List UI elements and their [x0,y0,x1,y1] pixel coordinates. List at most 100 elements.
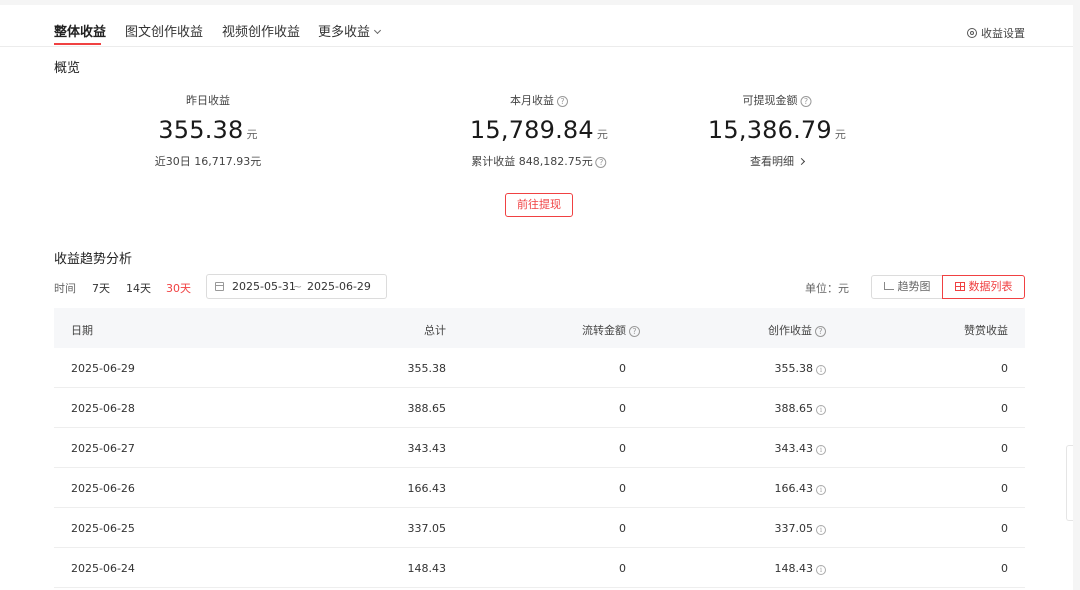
tab-overall-earnings[interactable]: 整体收益 [54,21,106,40]
cell-creation-earnings: 388.65 i [774,402,826,415]
view-details-link[interactable]: 查看明细 [750,153,806,169]
header-date: 日期 [71,324,93,337]
header-reward-earnings: 赞赏收益 [964,324,1008,337]
data-list-view-button[interactable]: 数据列表 [942,275,1025,299]
earnings-table: 日期 总计 流转金额? 创作收益? 赞赏收益 2025-06-29 355.38 0… [54,308,1025,588]
info-icon[interactable]: i [816,525,826,535]
range-14-days[interactable]: 14天 [126,280,151,296]
withdrawable-label-text: 可提现金额 [742,94,798,107]
info-icon[interactable]: i [816,565,826,575]
time-filter-label: 时间 [54,282,76,295]
cell-flow-amount: 0 [619,562,626,575]
date-start: 2025-05-31 [232,280,296,293]
trend-chart-label: 趋势图 [897,280,931,293]
earnings-settings-button[interactable]: 收益设置 [967,25,1025,41]
help-icon[interactable]: ? [629,326,640,337]
currency-unit: 元 [246,128,258,141]
cell-reward-earnings: 0 [1001,562,1008,575]
table-header: 日期 总计 流转金额? 创作收益? 赞赏收益 [54,308,1025,348]
earnings-settings-label: 收益设置 [981,27,1025,40]
tab-more-label: 更多收益 [318,25,371,40]
table-row: 2025-06-24 148.43 0 148.43 i 0 [54,548,1025,588]
data-list-label: 数据列表 [968,280,1013,293]
last-30-days-label: 近30日 [154,155,191,168]
month-earnings-amount: 15,789.84 [469,116,594,144]
info-icon[interactable]: i [816,485,826,495]
trend-chart-view-button[interactable]: 趋势图 [871,275,943,299]
table-row: 2025-06-25 337.05 0 337.05 i 0 [54,508,1025,548]
table-row: 2025-06-29 355.38 0 355.38 i 0 [54,348,1025,388]
cell-total: 166.43 [407,482,447,495]
tab-video-earnings[interactable]: 视频创作收益 [222,21,300,40]
table-body: 2025-06-29 355.38 0 355.38 i 0 2025-06-28 388.6… [54,348,1025,588]
cell-flow-amount: 0 [619,402,626,415]
help-icon[interactable]: ? [800,96,812,107]
tab-article-earnings[interactable]: 图文创作收益 [125,21,203,40]
cell-reward-earnings: 0 [1001,362,1008,375]
header-creation-label: 创作收益 [768,324,812,337]
cell-creation-earnings: 148.43 i [775,562,826,575]
cell-creation-earnings: 343.43 i [774,442,826,455]
cell-date: 2025-06-26 [71,482,135,495]
cell-creation-value: 166.43 [774,482,814,495]
side-scroll-handle[interactable] [1066,445,1073,521]
cumulative-earnings-label: 累计收益 [471,155,516,168]
range-30-days[interactable]: 30天 [166,280,191,296]
cumulative-earnings-value: 848,182.75元 [518,155,593,168]
tab-bar: 整体收益 图文创作收益 视频创作收益 更多收益 收益设置 [0,5,1073,47]
cell-flow-amount: 0 [619,362,626,375]
date-end: 2025-06-29 [307,280,371,293]
gear-icon [967,28,977,38]
cell-total: 148.43 [407,562,447,575]
date-range-picker[interactable]: 2025-05-31 ~ 2025-06-29 [206,274,387,299]
help-icon[interactable]: ? [595,157,607,168]
cell-creation-value: 355.38 [774,362,814,375]
last-30-days-earnings: 近30日 16,717.93元 [155,153,261,169]
chevron-right-icon [797,157,806,166]
header-creation-earnings: 创作收益? [768,322,826,338]
info-icon[interactable]: i [816,365,826,375]
cell-total: 343.43 [407,442,447,455]
withdrawable-label: 可提现金额? [743,92,812,108]
cell-reward-earnings: 0 [1001,482,1008,495]
month-earnings-value: 15,789.84 元 [470,116,608,144]
cell-creation-value: 388.65 [774,402,814,415]
cell-creation-value: 343.43 [774,442,814,455]
withdrawable-amount: 15,386.79 [707,116,832,144]
overview-title: 概览 [54,61,81,76]
withdraw-button[interactable]: 前往提现 [505,193,573,217]
trend-analysis-title: 收益趋势分析 [54,252,133,267]
info-icon[interactable]: i [816,445,826,455]
yesterday-earnings-label: 昨日收益 [186,94,230,107]
help-icon[interactable]: ? [557,96,568,107]
active-tab-indicator [54,43,101,45]
cell-creation-earnings: 355.38 i [774,362,826,375]
header-total: 总计 [424,324,446,337]
date-separator: ~ [293,280,303,293]
calendar-icon [215,282,224,291]
withdrawable-value: 15,386.79 元 [708,116,846,144]
cumulative-earnings: 累计收益 848,182.75元? [471,153,607,169]
info-icon[interactable]: i [816,405,826,415]
month-earnings-label: 本月收益? [510,92,568,108]
cell-date: 2025-06-29 [71,362,135,375]
cell-creation-earnings: 166.43 i [774,482,826,495]
header-flow-amount: 流转金额? [582,322,640,338]
tab-more-earnings[interactable]: 更多收益 [318,21,382,40]
table-row: 2025-06-26 166.43 0 166.43 i 0 [54,468,1025,508]
range-7-days[interactable]: 7天 [92,280,110,296]
table-icon [954,282,965,291]
help-icon[interactable]: ? [815,326,826,337]
table-row: 2025-06-27 343.43 0 343.43 i 0 [54,428,1025,468]
unit-label: 单位：元 [805,282,849,295]
cell-flow-amount: 0 [619,442,626,455]
cell-reward-earnings: 0 [1001,442,1008,455]
cell-date: 2025-06-28 [71,402,135,415]
chevron-down-icon [373,26,382,35]
view-details-label: 查看明细 [750,155,794,168]
last-30-days-value: 16,717.93元 [194,155,262,168]
header-flow-label: 流转金额 [582,324,626,337]
cell-flow-amount: 0 [619,482,626,495]
cell-total: 388.65 [407,402,447,415]
table-row: 2025-06-28 388.65 0 388.65 i 0 [54,388,1025,428]
